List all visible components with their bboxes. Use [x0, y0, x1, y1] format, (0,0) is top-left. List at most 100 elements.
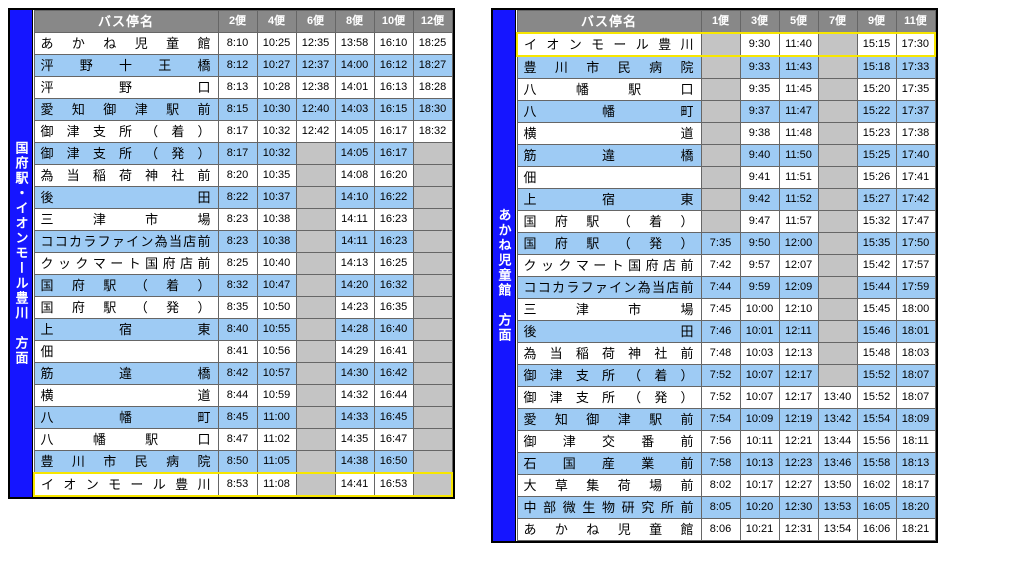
- time-cell: 8:10: [218, 33, 257, 55]
- table-row: クックマート国府店前8:2510:4014:1316:25: [34, 253, 452, 275]
- time-cell: 14:13: [335, 253, 374, 275]
- time-cell: 10:07: [740, 387, 779, 409]
- time-cell: [296, 143, 335, 165]
- time-cell: 13:46: [818, 453, 857, 475]
- time-cell: 16:15: [374, 99, 413, 121]
- stop-name-cell: 愛知御津駅前: [517, 409, 701, 431]
- table-row: 八幡駅口8:4711:0214:3516:47: [34, 429, 452, 451]
- stop-name-cell: 筋違橋: [34, 363, 218, 385]
- time-cell: [296, 187, 335, 209]
- time-cell: 15:32: [857, 211, 896, 233]
- time-cell: [818, 189, 857, 211]
- right-header-stop: バス停名: [517, 11, 701, 34]
- time-cell: 12:35: [296, 33, 335, 55]
- time-cell: 10:56: [257, 341, 296, 363]
- stop-name-cell: 為当稲荷神社前: [517, 343, 701, 365]
- time-cell: 11:52: [779, 189, 818, 211]
- time-cell: [296, 451, 335, 474]
- time-cell: 8:17: [218, 143, 257, 165]
- time-cell: 14:00: [335, 55, 374, 77]
- time-cell: [413, 165, 452, 187]
- stop-name-cell: 筋違橋: [517, 145, 701, 167]
- time-cell: 18:30: [413, 99, 452, 121]
- time-cell: 9:41: [740, 167, 779, 189]
- table-row: 筋違橋9:4011:5015:2517:40: [517, 145, 935, 167]
- time-cell: 11:05: [257, 451, 296, 474]
- stop-name-cell: 愛知御津駅前: [34, 99, 218, 121]
- stop-name-cell: 御津支所（着）: [517, 365, 701, 387]
- stop-name-cell: 国府駅（発）: [34, 297, 218, 319]
- time-cell: [413, 429, 452, 451]
- time-cell: 12:17: [779, 365, 818, 387]
- table-row: 御津支所（発）7:5210:0712:1713:4015:5218:07: [517, 387, 935, 409]
- stop-name-cell: イオンモール豊川: [34, 473, 218, 496]
- time-cell: 18:25: [413, 33, 452, 55]
- time-cell: 14:10: [335, 187, 374, 209]
- time-cell: 10:11: [740, 431, 779, 453]
- stop-name-cell: 佃: [517, 167, 701, 189]
- stop-name-cell: 佃: [34, 341, 218, 363]
- stop-name-cell: ココカラファイン為当店前: [34, 231, 218, 253]
- time-cell: 7:48: [701, 343, 740, 365]
- right-col-2: 5便: [779, 11, 818, 34]
- time-cell: 17:50: [896, 233, 935, 255]
- table-row: 豊川市民病院9:3311:4315:1817:33: [517, 56, 935, 79]
- time-cell: 18:27: [413, 55, 452, 77]
- time-cell: 8:15: [218, 99, 257, 121]
- time-cell: [818, 101, 857, 123]
- time-cell: 7:52: [701, 387, 740, 409]
- time-cell: 18:17: [896, 475, 935, 497]
- time-cell: 11:00: [257, 407, 296, 429]
- time-cell: [818, 33, 857, 56]
- time-cell: 15:48: [857, 343, 896, 365]
- time-cell: [818, 233, 857, 255]
- time-cell: 16:10: [374, 33, 413, 55]
- table-row: 泙野口8:1310:2812:3814:0116:1318:28: [34, 77, 452, 99]
- time-cell: 9:57: [740, 255, 779, 277]
- time-cell: 8:45: [218, 407, 257, 429]
- time-cell: 10:55: [257, 319, 296, 341]
- right-col-5: 11便: [896, 11, 935, 34]
- time-cell: 14:41: [335, 473, 374, 496]
- time-cell: 11:57: [779, 211, 818, 233]
- time-cell: 16:50: [374, 451, 413, 474]
- time-cell: 7:45: [701, 299, 740, 321]
- time-cell: 11:45: [779, 79, 818, 101]
- table-row: 豊川市民病院8:5011:0514:3816:50: [34, 451, 452, 474]
- time-cell: 10:25: [257, 33, 296, 55]
- time-cell: [413, 473, 452, 496]
- time-cell: 12:00: [779, 233, 818, 255]
- stop-name-cell: 横道: [517, 123, 701, 145]
- time-cell: 14:03: [335, 99, 374, 121]
- time-cell: 17:42: [896, 189, 935, 211]
- time-cell: [413, 231, 452, 253]
- time-cell: 15:22: [857, 101, 896, 123]
- time-cell: 15:18: [857, 56, 896, 79]
- time-cell: 7:52: [701, 365, 740, 387]
- time-cell: 8:20: [218, 165, 257, 187]
- time-cell: 15:44: [857, 277, 896, 299]
- stop-name-cell: 泙野十王橋: [34, 55, 218, 77]
- time-cell: 18:09: [896, 409, 935, 431]
- time-cell: 12:42: [296, 121, 335, 143]
- time-cell: 8:22: [218, 187, 257, 209]
- time-cell: 18:11: [896, 431, 935, 453]
- table-row: 八幡町8:4511:0014:3316:45: [34, 407, 452, 429]
- time-cell: 10:47: [257, 275, 296, 297]
- time-cell: 9:47: [740, 211, 779, 233]
- time-cell: 8:41: [218, 341, 257, 363]
- time-cell: 18:01: [896, 321, 935, 343]
- stop-name-cell: 豊川市民病院: [34, 451, 218, 474]
- time-cell: [296, 429, 335, 451]
- time-cell: 12:37: [296, 55, 335, 77]
- table-row: 八幡駅口9:3511:4515:2017:35: [517, 79, 935, 101]
- stop-name-cell: 三津市場: [517, 299, 701, 321]
- time-cell: 15:46: [857, 321, 896, 343]
- stop-name-cell: 八幡駅口: [517, 79, 701, 101]
- time-cell: [818, 365, 857, 387]
- time-cell: 13:58: [335, 33, 374, 55]
- time-cell: [296, 385, 335, 407]
- time-cell: 12:13: [779, 343, 818, 365]
- stop-name-cell: 後田: [517, 321, 701, 343]
- stop-name-cell: 石国産業前: [517, 453, 701, 475]
